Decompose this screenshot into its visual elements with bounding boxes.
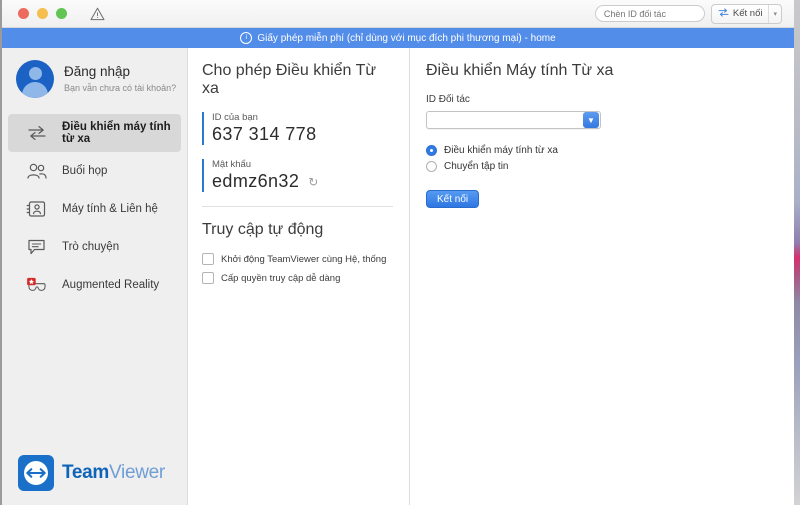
password-value[interactable]: edmz6n32 (212, 171, 299, 192)
sidebar-item-augmented-reality[interactable]: Augmented Reality (8, 266, 181, 304)
logo-team-text: Team (62, 462, 110, 483)
sidebar-item-label: Điều khiển máy tính từ xa (62, 121, 171, 145)
allow-remote-title: Cho phép Điều khiển Từ xa (202, 62, 377, 97)
radio-label: Điều khiển máy tính từ xa (444, 145, 558, 156)
radio-remote-control[interactable] (426, 145, 437, 156)
allow-remote-control-panel: Cho phép Điều khiển Từ xa ID của bạn 637… (188, 48, 410, 505)
teamviewer-wordmark: TeamViewer (62, 462, 165, 484)
sign-up-prompt: Bạn vẫn chưa có tài khoản? (64, 82, 177, 93)
sidebar-nav: Điều khiển máy tính từ xa Buổi họp Máy t… (2, 114, 187, 304)
connect-button[interactable]: Kết nối (426, 190, 480, 208)
titlebar-actions: Kết nối ▾ (594, 3, 786, 24)
sidebar-item-label: Augmented Reality (62, 279, 160, 291)
your-id-field: ID của bạn 637 314 778 (202, 112, 393, 145)
radio-label: Chuyển tập tin (444, 161, 509, 172)
auto-access-title: Truy cập tự động (202, 221, 324, 238)
password-field: Mật khẩu edmz6n32 ↻ (202, 159, 393, 192)
your-id-label: ID của bạn (212, 112, 258, 123)
checkbox-easy-access[interactable] (202, 272, 214, 284)
sidebar-account[interactable]: Đăng nhập Bạn vẫn chưa có tài khoản? (2, 48, 187, 110)
sidebar-item-chat[interactable]: Trò chuyện (8, 228, 181, 266)
teamviewer-arrows-icon (18, 455, 54, 491)
sidebar-item-computers-contacts[interactable]: Máy tính & Liên hệ (8, 190, 181, 228)
checkbox-start-with-system[interactable] (202, 253, 214, 265)
your-id-value[interactable]: 637 314 778 (212, 124, 393, 145)
chat-bubble-icon (26, 237, 48, 257)
window-controls[interactable] (18, 8, 67, 19)
partner-id-input[interactable] (427, 114, 583, 126)
radio-file-transfer[interactable] (426, 161, 437, 172)
checkbox-label: Khởi động TeamViewer cùng Hệ, thống (221, 253, 387, 265)
swap-arrows-icon (718, 7, 729, 20)
sidebar-item-label: Trò chuyện (62, 241, 120, 253)
sidebar-item-label: Buổi họp (62, 165, 108, 177)
sidebar-item-label: Máy tính & Liên hệ (62, 203, 158, 215)
teamviewer-window: Kết nối ▾ i Giấy phép miễn phí (chỉ dùng… (0, 0, 794, 505)
logo-viewer-text: Viewer (109, 462, 165, 483)
warning-triangle-icon[interactable] (89, 6, 105, 22)
sign-in-label: Đăng nhập (64, 63, 131, 79)
control-remote-title: Điều khiển Máy tính Từ xa (426, 62, 614, 79)
zoom-button[interactable] (56, 8, 67, 19)
sidebar-item-remote-control[interactable]: Điều khiển máy tính từ xa (8, 114, 181, 152)
sidebar: Đăng nhập Bạn vẫn chưa có tài khoản? Điề… (2, 48, 188, 505)
checkbox-label: Cấp quyền truy cập dễ dàng (221, 272, 341, 284)
wallpaper-edge-strip (793, 0, 800, 505)
partner-id-label: ID Đối tác (426, 94, 470, 105)
minimize-button[interactable] (37, 8, 48, 19)
license-banner: i Giấy phép miễn phí (chỉ dùng với mục đ… (2, 28, 794, 48)
checkbox-row-easy-access[interactable]: Cấp quyền truy cập dễ dàng (202, 272, 393, 284)
chevron-down-icon[interactable]: ▾ (768, 4, 781, 23)
avatar (16, 60, 54, 98)
partner-id-combobox[interactable]: ▼ (426, 111, 601, 129)
people-icon (26, 161, 48, 181)
partner-id-search-input[interactable] (594, 5, 705, 22)
radio-row-remote-control[interactable]: Điều khiển máy tính từ xa (426, 145, 778, 156)
titlebar-connect-label: Kết nối (732, 8, 763, 19)
license-banner-text: Giấy phép miễn phí (chỉ dùng với mục đíc… (257, 32, 556, 44)
contact-card-icon (26, 199, 48, 219)
close-button[interactable] (18, 8, 29, 19)
desktop-background: Kết nối ▾ i Giấy phép miễn phí (chỉ dùng… (0, 0, 800, 505)
radio-row-file-transfer[interactable]: Chuyển tập tin (426, 161, 778, 172)
ar-glasses-icon (26, 275, 48, 295)
refresh-icon[interactable]: ↻ (308, 175, 318, 189)
divider (202, 206, 393, 207)
titlebar-connect-button[interactable]: Kết nối ▾ (710, 3, 782, 24)
checkbox-row-start-with-system[interactable]: Khởi động TeamViewer cùng Hệ, thống (202, 253, 393, 265)
swap-arrows-icon (26, 123, 48, 143)
chevron-down-icon[interactable]: ▼ (583, 112, 599, 128)
info-icon: i (240, 32, 253, 44)
teamviewer-logo: TeamViewer (18, 455, 165, 491)
password-label: Mật khẩu (212, 159, 252, 170)
window-titlebar: Kết nối ▾ (2, 0, 794, 28)
main-content: Đăng nhập Bạn vẫn chưa có tài khoản? Điề… (2, 48, 794, 505)
sidebar-item-meeting[interactable]: Buổi họp (8, 152, 181, 190)
control-remote-computer-panel: Điều khiển Máy tính Từ xa ID Đối tác ▼ Đ… (410, 48, 794, 505)
